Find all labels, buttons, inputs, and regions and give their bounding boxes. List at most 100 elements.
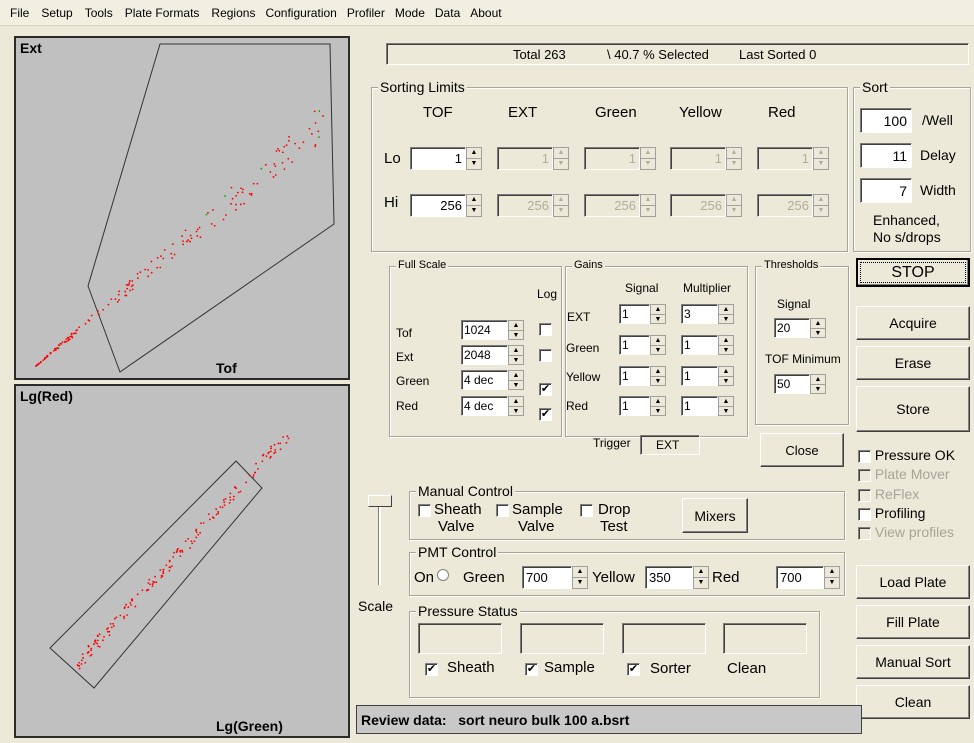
spin-up-icon[interactable]: ▲ [509,321,523,331]
hi-tof-value[interactable]: 256 [410,194,466,217]
spin-up-icon[interactable]: ▲ [651,397,665,407]
gain-ext-mult-value[interactable]: 3 [681,304,718,324]
spin-down-icon[interactable]: ▼ [651,377,665,386]
pmt-green-spinner[interactable]: 700 ▲ ▼ [522,566,588,589]
lo-tof-value[interactable]: 1 [410,147,466,170]
menu-tools[interactable]: Tools [73,0,113,20]
gain-ext-signal-value[interactable]: 1 [619,304,650,324]
gain-green-mult[interactable]: 1 ▲ ▼ [681,335,734,355]
tof-minimum-spinner[interactable]: 50 ▲ ▼ [774,374,826,394]
store-button[interactable]: Store [856,386,970,432]
gain-yellow-mult-value[interactable]: 1 [681,366,718,386]
spin-up-icon[interactable]: ▲ [651,336,665,346]
spin-down-icon[interactable]: ▼ [651,407,665,416]
gain-red-mult[interactable]: 1 ▲ ▼ [681,396,734,416]
menu-file[interactable]: File [0,0,29,20]
threshold-signal-value[interactable]: 20 [774,318,810,338]
close-button[interactable]: Close [760,433,844,467]
menu-mode[interactable]: Mode [385,0,425,20]
menu-data[interactable]: Data [425,0,460,20]
profiling-option[interactable]: Profiling [858,505,925,521]
gain-red-signal[interactable]: 1 ▲ ▼ [619,396,666,416]
pmt-green-value[interactable]: 700 [522,566,572,589]
gain-yellow-signal-value[interactable]: 1 [619,366,650,386]
spin-up-icon[interactable]: ▲ [509,397,523,407]
pressure-ok-option[interactable]: Pressure OK [858,447,955,463]
spin-up-icon[interactable]: ▲ [509,371,523,381]
spin-up-icon[interactable]: ▲ [811,375,825,385]
sheath-valve-checkbox[interactable] [418,504,431,517]
manual-sort-button[interactable]: Manual Sort [856,645,970,679]
spin-up-icon[interactable]: ▲ [651,305,665,315]
spin-down-icon[interactable]: ▼ [509,356,523,365]
width-input[interactable]: 7 [860,178,912,203]
gain-green-signal-value[interactable]: 1 [619,335,650,355]
spin-down-icon[interactable]: ▼ [509,331,523,340]
spin-down-icon[interactable]: ▼ [825,578,839,588]
spin-down-icon[interactable]: ▼ [811,385,825,394]
spin-down-icon[interactable]: ▼ [719,346,733,355]
threshold-signal-spinner[interactable]: 20 ▲ ▼ [774,318,826,338]
drop-test-checkbox[interactable] [580,504,593,517]
gain-green-mult-value[interactable]: 1 [681,335,718,355]
spin-up-icon[interactable]: ▲ [651,367,665,377]
sheath-pressure-checkbox[interactable]: ✔ [425,663,438,676]
spin-up-icon[interactable]: ▲ [719,336,733,346]
gain-yellow-signal[interactable]: 1 ▲ ▼ [619,366,666,386]
delay-input[interactable]: 11 [860,143,912,168]
clean-button[interactable]: Clean [856,685,970,719]
spin-up-icon[interactable]: ▲ [825,567,839,578]
fs-red-value[interactable]: 4 dec [461,396,508,416]
spin-up-icon[interactable]: ▲ [719,367,733,377]
pmt-red-value[interactable]: 700 [776,566,824,589]
menu-about[interactable]: About [460,0,501,20]
spin-up-icon[interactable]: ▲ [719,397,733,407]
fill-plate-button[interactable]: Fill Plate [856,605,970,639]
load-plate-button[interactable]: Load Plate [856,565,970,599]
spin-up-icon[interactable]: ▲ [719,305,733,315]
spin-up-icon[interactable]: ▲ [694,567,708,578]
spin-down-icon[interactable]: ▼ [719,407,733,416]
scale-slider[interactable] [368,495,392,587]
spin-down-icon[interactable]: ▼ [719,377,733,386]
ext-log-checkbox[interactable] [539,349,552,362]
tof-ext-plot[interactable]: Ext Tof [14,36,350,380]
fs-ext-spinner[interactable]: 2048 ▲ ▼ [461,345,524,365]
spin-down-icon[interactable]: ▼ [573,578,587,588]
spin-down-icon[interactable]: ▼ [811,329,825,338]
spin-up-icon[interactable]: ▲ [811,319,825,329]
stop-button[interactable]: STOP [856,258,970,287]
spin-down-icon[interactable]: ▼ [467,206,481,216]
gain-green-signal[interactable]: 1 ▲ ▼ [619,335,666,355]
fs-tof-spinner[interactable]: 1024 ▲ ▼ [461,320,524,340]
spin-down-icon[interactable]: ▼ [651,315,665,324]
menu-configuration[interactable]: Configuration [255,0,336,20]
erase-button[interactable]: Erase [856,346,970,380]
menu-setup[interactable]: Setup [29,0,72,20]
green-log-checkbox[interactable]: ✔ [539,383,552,396]
menu-regions[interactable]: Regions [199,0,255,20]
gain-red-mult-value[interactable]: 1 [681,396,718,416]
gain-ext-signal[interactable]: 1 ▲ ▼ [619,304,666,324]
green-red-plot[interactable]: Lg(Red) Lg(Green) [14,384,350,738]
slider-thumb[interactable] [368,495,392,507]
pressure-ok-checkbox[interactable] [858,449,871,463]
pmt-yellow-value[interactable]: 350 [645,566,693,589]
fs-green-spinner[interactable]: 4 dec ▲ ▼ [461,370,524,390]
pmt-on-radio[interactable] [437,569,449,581]
tof-log-checkbox[interactable] [539,323,552,336]
red-log-checkbox[interactable]: ✔ [539,408,552,421]
fs-red-spinner[interactable]: 4 dec ▲ ▼ [461,396,524,416]
menu-plate-formats[interactable]: Plate Formats [113,0,200,20]
mixers-button[interactable]: Mixers [682,498,748,533]
hi-tof-spinner[interactable]: 256 ▲ ▼ [410,194,482,217]
spin-up-icon[interactable]: ▲ [509,346,523,356]
sample-valve-checkbox[interactable] [496,504,509,517]
spin-down-icon[interactable]: ▼ [694,578,708,588]
fs-tof-value[interactable]: 1024 [461,320,508,340]
profiling-checkbox[interactable] [858,507,871,521]
lo-tof-spinner[interactable]: 1 ▲ ▼ [410,147,482,170]
spin-up-icon[interactable]: ▲ [573,567,587,578]
spin-down-icon[interactable]: ▼ [651,346,665,355]
tof-minimum-value[interactable]: 50 [774,374,810,394]
